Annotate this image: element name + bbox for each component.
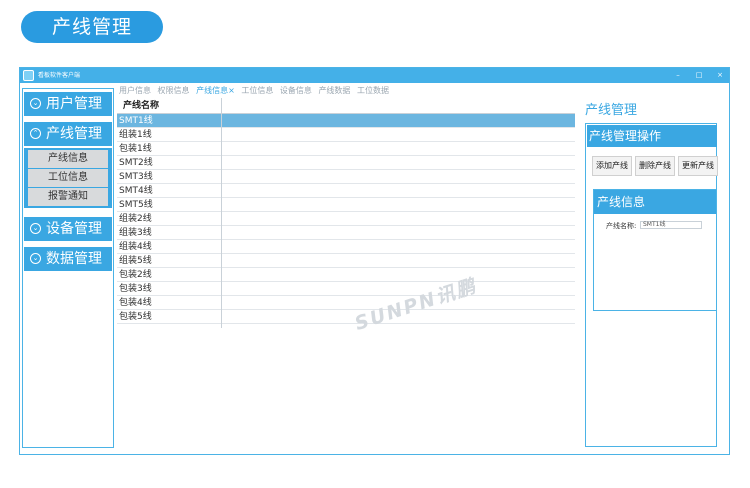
line-info-panel: 产线信息 产线名称: SMT1线 bbox=[593, 189, 717, 311]
line-name-field[interactable]: SMT1线 bbox=[640, 221, 702, 229]
nav-device-mgmt-label: 设备管理 bbox=[46, 221, 102, 237]
table-row[interactable]: 组装4线 bbox=[117, 240, 575, 254]
maximize-icon[interactable]: □ bbox=[693, 68, 705, 83]
close-icon[interactable]: × bbox=[714, 68, 726, 83]
right-panel: 产线管理 产线管理操作 添加产线 删除产线 更新产线 产线信息 产线名称: SM… bbox=[585, 88, 719, 448]
app-logo-icon bbox=[23, 70, 34, 81]
nav-subitem-alarm[interactable]: 报警通知 bbox=[28, 188, 108, 206]
chevron-up-icon: ⌃ bbox=[30, 128, 41, 139]
table-row[interactable]: 组装2线 bbox=[117, 212, 575, 226]
tab-line-data[interactable]: 产线数据 bbox=[318, 85, 350, 96]
tab-station-data[interactable]: 工位数据 bbox=[357, 85, 389, 96]
nav-line-mgmt-label: 产线管理 bbox=[46, 126, 102, 142]
nav-line-submenu: 产线信息 工位信息 报警通知 bbox=[24, 148, 112, 208]
table-row[interactable]: 包装2线 bbox=[117, 268, 575, 282]
update-line-button[interactable]: 更新产线 bbox=[678, 156, 718, 176]
nav-subitem-line-info[interactable]: 产线信息 bbox=[28, 150, 108, 168]
table-row[interactable]: SMT2线 bbox=[117, 156, 575, 170]
line-table: 产线名称 SMT1线 组装1线 包装1线 SMT2线 SMT3线 SMT4线 S… bbox=[117, 98, 575, 328]
table-row[interactable]: 包装5线 bbox=[117, 310, 575, 324]
table-row[interactable]: 组装1线 bbox=[117, 128, 575, 142]
delete-line-button[interactable]: 删除产线 bbox=[635, 156, 675, 176]
table-row[interactable]: SMT1线 bbox=[117, 114, 575, 128]
nav-subitem-station-info[interactable]: 工位信息 bbox=[28, 169, 108, 187]
tab-line-info-label: 产线信息 bbox=[196, 86, 229, 95]
tab-strip: 用户信息 权限信息 产线信息× 工位信息 设备信息 产线数据 工位数据 bbox=[119, 85, 393, 97]
table-row[interactable]: 包装4线 bbox=[117, 296, 575, 310]
table-row[interactable]: 包装1线 bbox=[117, 142, 575, 156]
app-window: 看板软件客户端 – □ × ⌄ 用户管理 ⌃ 产线管理 产线信息 工位信息 报警… bbox=[19, 67, 730, 455]
window-title: 看板软件客户端 bbox=[38, 72, 81, 79]
page-root: 产线管理 看板软件客户端 – □ × ⌄ 用户管理 ⌃ 产线管理 产线信息 工位… bbox=[0, 0, 750, 488]
add-line-button[interactable]: 添加产线 bbox=[592, 156, 632, 176]
table-row[interactable]: 包装3线 bbox=[117, 282, 575, 296]
nav-data-mgmt-label: 数据管理 bbox=[46, 251, 102, 267]
minimize-icon[interactable]: – bbox=[672, 68, 684, 83]
line-info-header: 产线信息 bbox=[594, 190, 716, 214]
line-name-label: 产线名称: bbox=[606, 222, 637, 230]
nav-user-mgmt[interactable]: ⌄ 用户管理 bbox=[24, 92, 112, 116]
nav-user-mgmt-label: 用户管理 bbox=[46, 96, 102, 112]
nav-line-mgmt[interactable]: ⌃ 产线管理 bbox=[24, 122, 112, 146]
nav-device-mgmt[interactable]: ⌄ 设备管理 bbox=[24, 217, 112, 241]
tab-user-info[interactable]: 用户信息 bbox=[119, 85, 151, 96]
table-row[interactable]: SMT4线 bbox=[117, 184, 575, 198]
tab-device-info[interactable]: 设备信息 bbox=[280, 85, 312, 96]
tab-close-icon[interactable]: × bbox=[228, 86, 235, 95]
right-panel-title: 产线管理 bbox=[585, 103, 638, 118]
operations-header: 产线管理操作 bbox=[587, 125, 717, 147]
table-row[interactable]: SMT5线 bbox=[117, 198, 575, 212]
column-header-line-name[interactable]: 产线名称 bbox=[117, 98, 575, 114]
page-banner: 产线管理 bbox=[21, 11, 163, 43]
table-row[interactable]: 组装3线 bbox=[117, 226, 575, 240]
chevron-down-icon: ⌄ bbox=[30, 223, 41, 234]
chevron-down-icon: ⌄ bbox=[30, 98, 41, 109]
table-row[interactable]: SMT3线 bbox=[117, 170, 575, 184]
nav-data-mgmt[interactable]: ⌄ 数据管理 bbox=[24, 247, 112, 271]
chevron-down-icon: ⌄ bbox=[30, 253, 41, 264]
left-nav: ⌄ 用户管理 ⌃ 产线管理 产线信息 工位信息 报警通知 ⌄ 设备管理 ⌄ 数据… bbox=[22, 88, 114, 448]
operations-panel: 产线管理操作 添加产线 删除产线 更新产线 产线信息 产线名称: SMT1线 bbox=[585, 123, 718, 447]
tab-permission-info[interactable]: 权限信息 bbox=[158, 85, 190, 96]
title-bar: 看板软件客户端 – □ × bbox=[20, 68, 729, 83]
tab-line-info[interactable]: 产线信息× bbox=[196, 85, 235, 96]
tab-station-info[interactable]: 工位信息 bbox=[241, 85, 273, 96]
column-divider bbox=[221, 98, 222, 328]
table-row[interactable]: 组装5线 bbox=[117, 254, 575, 268]
